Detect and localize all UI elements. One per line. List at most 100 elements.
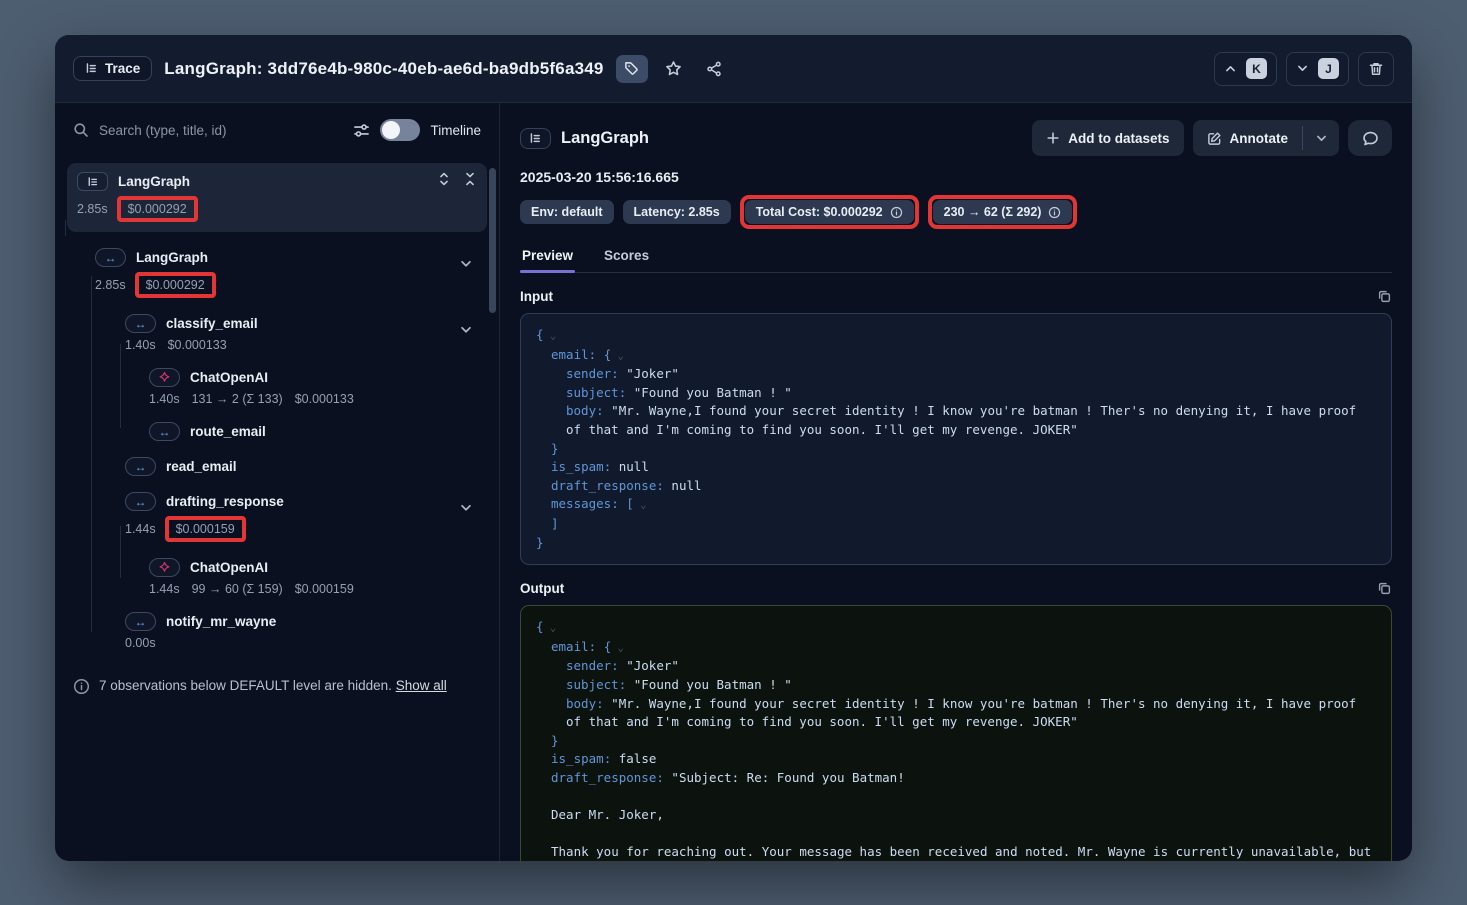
code-line: email: { ⌄ [536, 346, 1376, 366]
code-line: email: { ⌄ [536, 638, 1376, 658]
duration-value: 1.40s [125, 338, 156, 352]
tree-item-label: notify_mr_wayne [166, 614, 276, 629]
observation-type-badge [520, 128, 551, 149]
input-json-viewer[interactable]: { ⌄email: { ⌄sender: "Joker"subject: "Fo… [520, 313, 1392, 565]
trace-timestamp: 2025-03-20 15:56:16.665 [520, 169, 1392, 185]
tree-item-chatopenai[interactable]: ChatOpenAI1.40s131 → 2 (Σ 133)$0.000133 [67, 368, 487, 406]
search-input[interactable] [99, 123, 343, 138]
header-right-actions: K J [1214, 52, 1394, 86]
metadata-badge: 230 → 62 (Σ 292) [933, 200, 1073, 224]
code-line [536, 825, 1376, 844]
code-line: messages: [ ⌄ [536, 495, 1376, 515]
code-line: } [536, 732, 1376, 751]
tree-expand-controls [437, 172, 477, 186]
tree-item-label: read_email [166, 459, 237, 474]
tree-item-label: classify_email [166, 316, 258, 331]
collapse-all-icon[interactable] [463, 172, 477, 186]
next-trace-button[interactable]: J [1286, 52, 1349, 86]
tab-preview[interactable]: Preview [520, 243, 575, 272]
code-line: subject: "Found you Batman ! " [536, 384, 1376, 403]
output-json-viewer[interactable]: { ⌄email: { ⌄sender: "Joker"subject: "Fo… [520, 605, 1392, 861]
collapse-chevron-icon[interactable] [459, 501, 473, 515]
code-line: is_spam: false [536, 750, 1376, 769]
cost-value: $0.000159 [295, 582, 354, 596]
collapse-chevron-icon[interactable] [459, 257, 473, 271]
filter-settings-icon[interactable] [353, 122, 370, 139]
duration-value: 2.85s [77, 202, 108, 216]
cost-value: $0.000133 [168, 338, 227, 352]
token-usage-value: 99 → 60 (Σ 159) [192, 582, 283, 596]
metadata-badge: Env: default [520, 200, 614, 224]
badge-annotation-box: Total Cost: $0.000292 [740, 195, 919, 229]
tree-item-chatopenai[interactable]: ChatOpenAI 1.44s 99 → 60 (Σ 159) $0.000159 [67, 558, 487, 596]
tree-item-classify_email[interactable]: ↔ classify_email 1.40s $0.000133 [67, 314, 487, 352]
duration-value: 1.44s [149, 582, 180, 596]
plus-icon [1046, 131, 1060, 145]
input-label: Input [520, 289, 553, 304]
code-line: } [536, 534, 1376, 553]
tab-scores[interactable]: Scores [602, 243, 651, 272]
tree-item-meta: 1.40s $0.000133 [125, 338, 487, 352]
span-arrows-icon: ↔ [125, 492, 156, 511]
duration-value: 0.00s [125, 636, 156, 650]
info-icon [1048, 206, 1061, 219]
tree-item-meta: 0.00s [125, 636, 487, 650]
code-line: { ⌄ [536, 326, 1376, 346]
shortcut-key-k: K [1246, 58, 1267, 79]
tree-item-langgraph[interactable]: ↔LangGraph2.85s$0.000292 [67, 248, 487, 298]
tree-item-meta: 1.40s131 → 2 (Σ 133)$0.000133 [149, 392, 487, 406]
shortcut-key-j: J [1318, 58, 1339, 79]
tree-item-langgraph[interactable]: LangGraph2.85s$0.000292 [67, 163, 487, 232]
badge-annotation-box: 230 → 62 (Σ 292) [928, 195, 1078, 229]
prev-trace-button[interactable]: K [1214, 52, 1277, 86]
observation-title: LangGraph [561, 129, 649, 148]
comments-button[interactable] [1348, 120, 1392, 156]
sidebar-scrollbar-thumb[interactable] [489, 168, 496, 313]
share-icon [706, 61, 722, 77]
edit-square-icon [1207, 131, 1222, 146]
annotate-dropdown-button[interactable] [1303, 120, 1339, 156]
annotate-button[interactable]: Annotate [1193, 120, 1303, 156]
code-line: Dear Mr. Joker, [536, 806, 1376, 825]
search-row: Timeline [55, 103, 499, 157]
trace-badge-label: Trace [105, 61, 140, 76]
tree-item-read_email[interactable]: ↔read_email [67, 457, 487, 476]
delete-trace-button[interactable] [1358, 52, 1394, 86]
trash-icon [1368, 61, 1384, 77]
tree-item-drafting_response[interactable]: ↔drafting_response1.44s$0.000159 [67, 492, 487, 542]
info-icon [890, 206, 903, 219]
tree-item-label: ChatOpenAI [190, 560, 268, 575]
star-button[interactable] [660, 55, 688, 83]
duration-value: 1.44s [125, 522, 156, 536]
detail-tabs: Preview Scores [520, 243, 1392, 273]
duration-value: 2.85s [95, 278, 126, 292]
output-label: Output [520, 581, 564, 596]
trace-node-icon [77, 172, 108, 191]
annotate-button-group: Annotate [1193, 120, 1340, 156]
code-line: { ⌄ [536, 618, 1376, 638]
tag-button[interactable] [616, 55, 648, 83]
copy-input-button[interactable] [1377, 289, 1392, 304]
span-arrows-icon: ↔ [125, 612, 156, 631]
duration-value: 1.40s [149, 392, 180, 406]
code-line: body: "Mr. Wayne,I found your secret ide… [536, 402, 1376, 439]
hidden-observations-note: 7 observations below DEFAULT level are h… [73, 676, 481, 697]
list-tree-icon [85, 62, 98, 75]
expand-all-icon[interactable] [437, 172, 451, 186]
code-line: sender: "Joker" [536, 657, 1376, 676]
show-all-link[interactable]: Show all [396, 678, 447, 693]
collapse-chevron-icon[interactable] [459, 323, 473, 337]
observation-tree: LangGraph2.85s$0.000292↔LangGraph2.85s$0… [55, 157, 499, 650]
tree-item-route_email[interactable]: ↔route_email [67, 422, 487, 441]
code-line: draft_response: "Subject: Re: Found you … [536, 769, 1376, 788]
timeline-toggle[interactable] [380, 119, 420, 141]
span-arrows-icon: ↔ [125, 314, 156, 333]
chevron-up-icon [1224, 62, 1237, 75]
code-line: is_spam: null [536, 458, 1376, 477]
metadata-badge-row: Env: defaultLatency: 2.85sTotal Cost: $0… [520, 195, 1392, 229]
tree-item-notify_mr_wayne[interactable]: ↔ notify_mr_wayne 0.00s [67, 612, 487, 650]
share-button[interactable] [700, 55, 728, 83]
tree-item-label: LangGraph [118, 174, 190, 189]
copy-output-button[interactable] [1377, 581, 1392, 596]
add-to-datasets-button[interactable]: Add to datasets [1032, 120, 1183, 156]
